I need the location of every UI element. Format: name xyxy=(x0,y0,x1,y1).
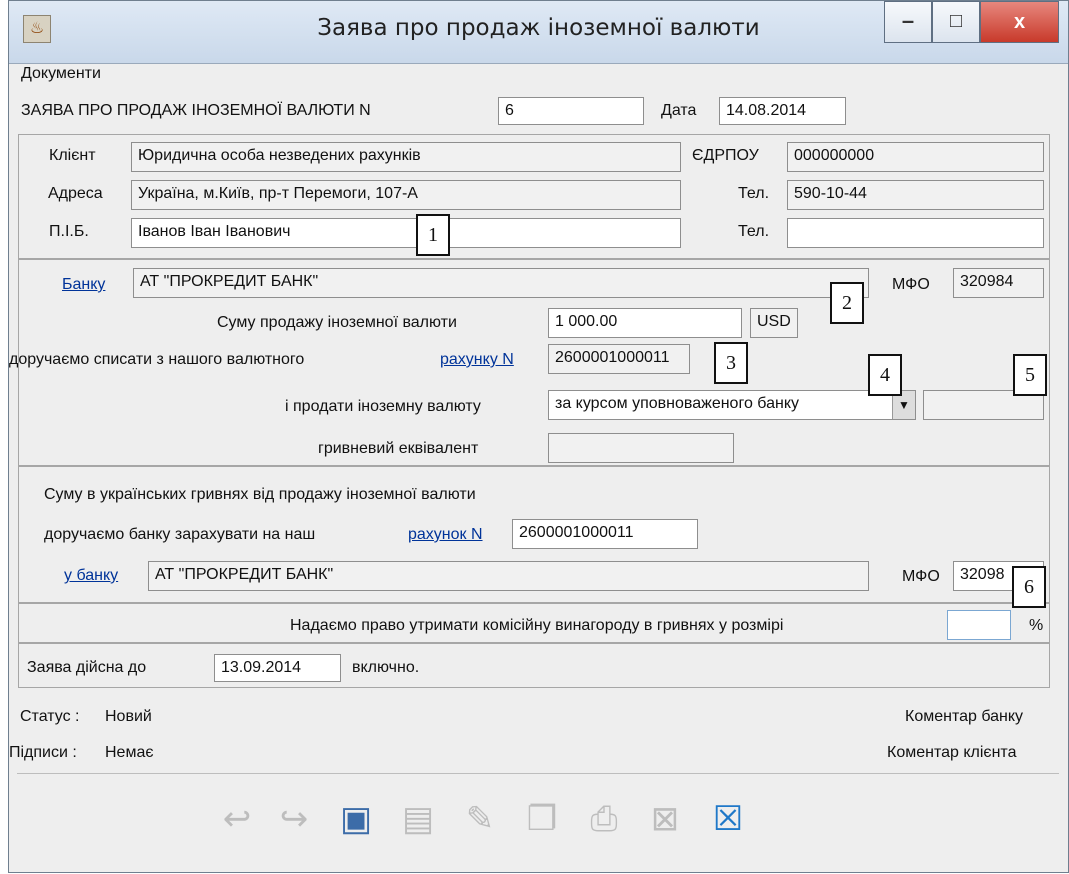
application-window: ♨ Заява про продаж іноземної валюти – □ … xyxy=(8,0,1069,873)
signatures-value: Немає xyxy=(105,744,154,761)
uah-line1: Суму в українських гривнях від продажу і… xyxy=(44,486,476,503)
sell-label: і продати іноземну валюту xyxy=(285,398,481,415)
sale-amount-input[interactable]: 1 000.00 xyxy=(548,308,742,338)
application-number-label: ЗАЯВА ПРО ПРОДАЖ ІНОЗЕМНОЇ ВАЛЮТИ N xyxy=(21,102,371,119)
uah-bank-field: АТ "ПРОКРЕДИТ БАНК" xyxy=(148,561,869,591)
uah-bank-link[interactable]: у банку xyxy=(64,567,118,585)
close-icon[interactable]: ☒ xyxy=(706,797,750,841)
bank-field: АТ "ПРОКРЕДИТ БАНК" xyxy=(133,268,869,298)
callout-2: 2 xyxy=(830,282,864,324)
maximize-button[interactable]: □ xyxy=(932,1,980,43)
application-number-input[interactable]: 6 xyxy=(498,97,644,125)
status-value: Новий xyxy=(105,708,152,725)
uah-mfo-label: МФО xyxy=(902,568,940,585)
copy-icon[interactable]: ❐ xyxy=(520,797,564,841)
client-comment-link[interactable]: Коментар клієнта xyxy=(887,744,1016,762)
menu-documents[interactable]: Документи xyxy=(21,65,101,83)
commission-input[interactable] xyxy=(947,610,1011,640)
validity-suffix: включно. xyxy=(352,659,420,676)
phone-label: Тел. xyxy=(738,185,770,202)
address-label: Адреса xyxy=(48,185,103,202)
client-label: Клієнт xyxy=(49,147,96,164)
phone2-label: Тел. xyxy=(738,223,770,240)
validity-panel xyxy=(18,643,1050,688)
print-icon[interactable]: ⎙ xyxy=(582,797,626,841)
sale-amount-label: Суму продажу іноземної валюти xyxy=(217,314,457,331)
edrpou-field: 000000000 xyxy=(787,142,1044,172)
validity-date-input[interactable]: 13.09.2014 xyxy=(214,654,341,682)
date-input[interactable]: 14.08.2014 xyxy=(719,97,846,125)
close-button[interactable]: x xyxy=(980,1,1059,43)
date-label: Дата xyxy=(661,102,697,119)
sign-icon[interactable]: ✎ xyxy=(458,797,502,841)
edrpou-label: ЄДРПОУ xyxy=(692,147,759,164)
delete-icon[interactable]: ⊠ xyxy=(643,797,687,841)
pib-label: П.І.Б. xyxy=(49,223,89,240)
save-icon[interactable]: ▣ xyxy=(334,797,378,841)
undo-icon[interactable]: ↩ xyxy=(215,797,259,841)
mfo-label: МФО xyxy=(892,276,930,293)
debit-account-link[interactable]: рахунку N xyxy=(440,351,514,369)
phone-field: 590-10-44 xyxy=(787,180,1044,210)
title-bar: ♨ Заява про продаж іноземної валюти – □ … xyxy=(9,1,1068,64)
callout-6: 6 xyxy=(1012,566,1046,608)
signatures-label: Підписи : xyxy=(9,744,77,761)
phone2-input[interactable] xyxy=(787,218,1044,248)
commission-unit: % xyxy=(1029,617,1044,634)
pib-input[interactable]: Іванов Іван Іванович xyxy=(131,218,681,248)
minimize-button[interactable]: – xyxy=(884,1,932,43)
callout-4: 4 xyxy=(868,354,902,396)
callout-1: 1 xyxy=(416,214,450,256)
uah-line2: доручаємо банку зарахувати на наш xyxy=(44,526,316,543)
uah-equivalent-field xyxy=(548,433,734,463)
bank-link[interactable]: Банку xyxy=(62,276,105,294)
bank-comment-link[interactable]: Коментар банку xyxy=(905,708,1023,726)
uah-account-link[interactable]: рахунок N xyxy=(408,526,483,544)
debit-account-field: 2600001000011 xyxy=(548,344,690,374)
callout-5: 5 xyxy=(1013,354,1047,396)
client-field: Юридична особа незведених рахунків xyxy=(131,142,681,172)
callout-3: 3 xyxy=(714,342,748,384)
address-field: Україна, м.Київ, пр-т Перемоги, 107-А xyxy=(131,180,681,210)
uah-account-input[interactable]: 2600001000011 xyxy=(512,519,698,549)
status-label: Статус : xyxy=(20,708,80,725)
validity-prefix: Заява дійсна до xyxy=(27,659,147,676)
mfo-field: 320984 xyxy=(953,268,1044,298)
debit-label: доручаємо списати з нашого валютного xyxy=(9,351,305,368)
redo-icon[interactable]: ↪ xyxy=(272,797,316,841)
uah-equivalent-label: гривневий еквівалент xyxy=(318,440,479,457)
sell-rate-value: за курсом уповноваженого банку xyxy=(555,395,799,412)
currency-field: USD xyxy=(750,308,798,338)
sell-rate-select[interactable]: за курсом уповноваженого банку ▼ xyxy=(548,390,916,420)
document-icon[interactable]: ▤ xyxy=(396,797,440,841)
commission-label: Надаємо право утримати комісійну винагор… xyxy=(290,617,784,634)
